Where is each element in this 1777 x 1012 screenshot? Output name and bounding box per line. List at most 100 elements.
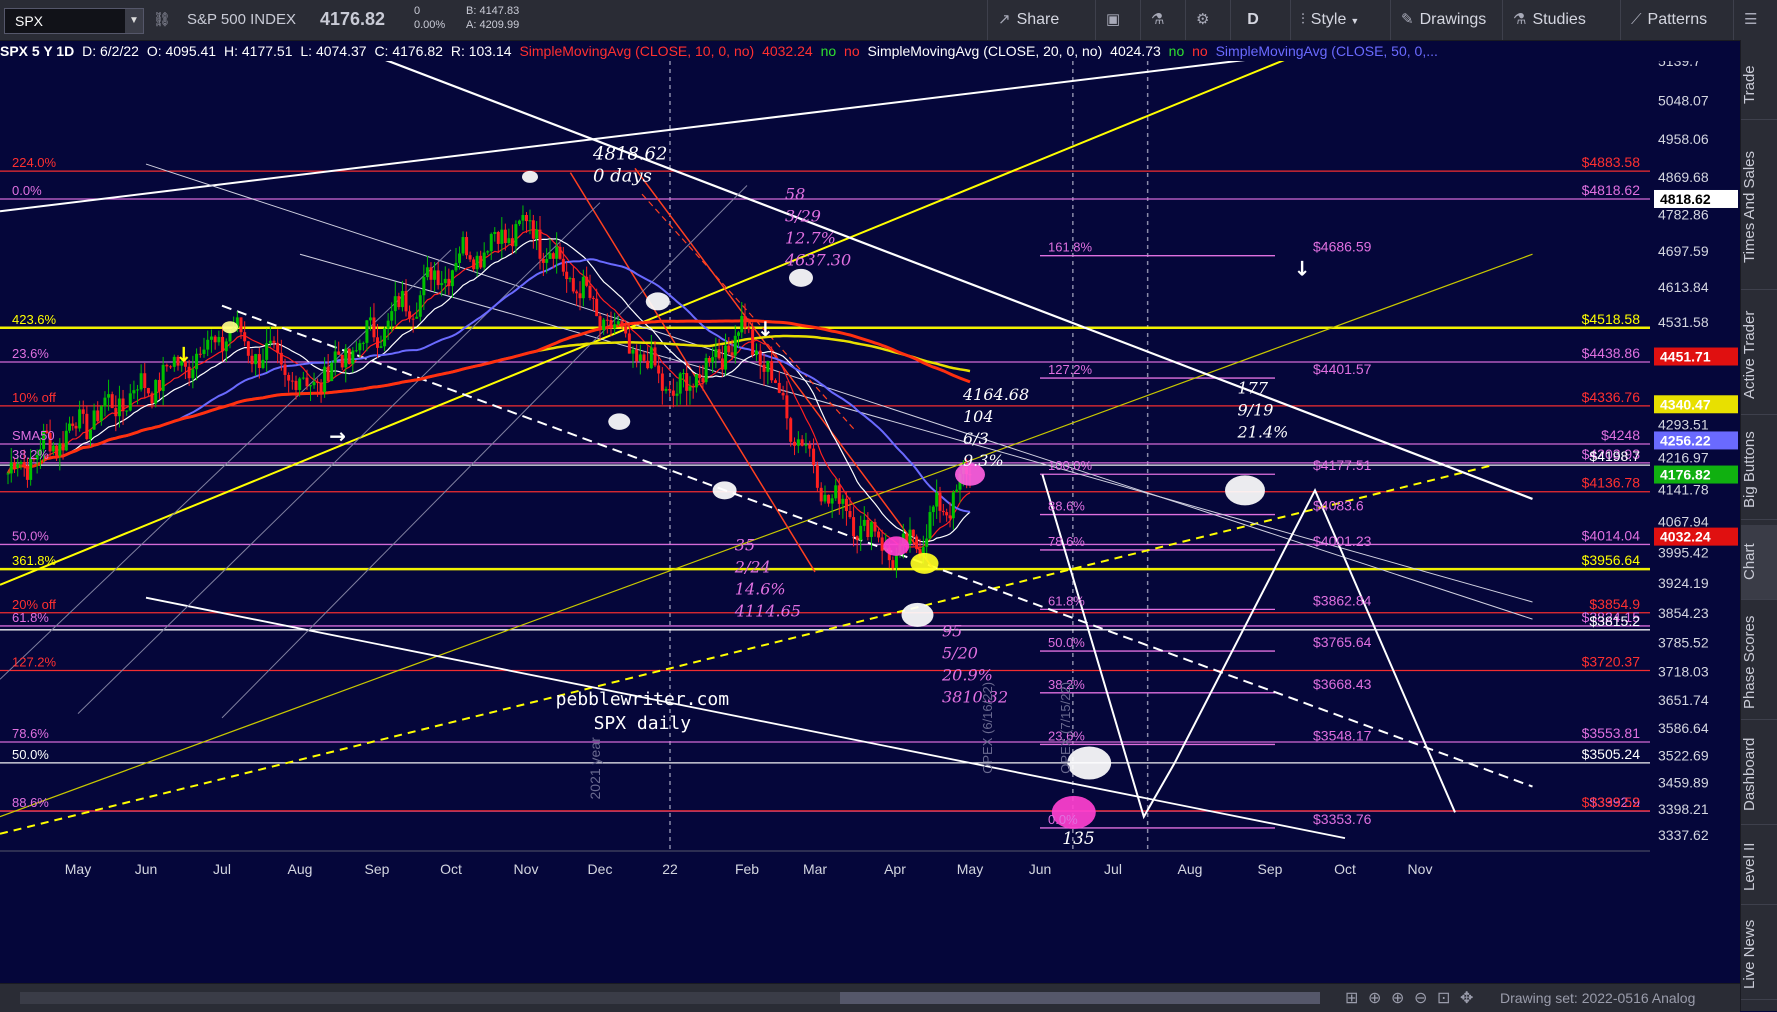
- candle-body: [390, 311, 394, 321]
- tab-times-and-sales[interactable]: Times And Sales: [1741, 125, 1777, 290]
- candle-body: [524, 214, 528, 222]
- candle-body: [489, 233, 493, 252]
- candle-body: [309, 385, 313, 387]
- annotation-12: 21.4%: [1237, 422, 1289, 441]
- tab-live-news[interactable]: Live News: [1741, 910, 1777, 1000]
- candle-body: [298, 378, 302, 390]
- candle-body: [685, 373, 689, 391]
- x-tick-6: Nov: [514, 861, 539, 877]
- tab-dashboard[interactable]: Dashboard: [1741, 725, 1777, 825]
- candle-body: [891, 560, 895, 569]
- hline-left-label-1: 0.0%: [12, 183, 42, 198]
- candle-body: [440, 283, 444, 286]
- zoom-out-icon[interactable]: ⊖: [1414, 988, 1427, 1008]
- proj-fib-price-3: $4083.6: [1313, 498, 1364, 514]
- candle-body: [678, 373, 682, 394]
- x-tick-15: Aug: [1178, 861, 1203, 877]
- zoom-in-icon[interactable]: ⊕: [1391, 988, 1404, 1008]
- candle-body: [361, 342, 365, 344]
- tab-trade[interactable]: Trade: [1741, 50, 1777, 120]
- candle-body: [724, 345, 728, 370]
- candle-body: [400, 291, 404, 308]
- info-open: O: 4095.41: [146, 43, 217, 59]
- candle-body: [6, 473, 10, 475]
- share-button[interactable]: ↗ Share: [987, 0, 1095, 40]
- candle-body: [383, 328, 387, 347]
- y-tick-23: 3398.21: [1658, 801, 1709, 817]
- chart-settings-button[interactable]: ▣: [1095, 0, 1140, 40]
- y-tick-16: 3854.23: [1658, 605, 1709, 621]
- study-info-bar: SPX 5 Y 1D D: 6/2/22 O: 4095.41 H: 4177.…: [0, 41, 1670, 61]
- candle-body: [538, 229, 542, 259]
- patterns-button[interactable]: ⟋ Patterns: [1620, 0, 1733, 40]
- candle-body: [869, 522, 873, 538]
- chevron-down-icon[interactable]: ▼: [125, 9, 143, 33]
- candle-body: [671, 390, 675, 396]
- candle-body: [358, 343, 362, 351]
- candle-body: [187, 366, 191, 379]
- x-tick-2: Jul: [213, 861, 231, 877]
- candle-body: [691, 386, 695, 388]
- timeframe-button[interactable]: D: [1230, 0, 1275, 40]
- crosshair-icon[interactable]: ⊞: [1345, 988, 1358, 1008]
- candle-body: [915, 536, 919, 550]
- link-icon[interactable]: ⛓: [153, 11, 171, 28]
- candle-body: [773, 380, 777, 383]
- style-button[interactable]: ⫶ Style ▼: [1290, 0, 1390, 40]
- candle-body: [855, 536, 859, 541]
- symbol-text: SPX: [15, 13, 44, 29]
- candle-body: [283, 364, 287, 375]
- menu-button[interactable]: ☰: [1733, 0, 1777, 40]
- studies-button[interactable]: ⚗ Studies: [1502, 0, 1620, 40]
- price-tag-2: 4340.47: [1660, 396, 1711, 412]
- candle-body: [595, 298, 599, 317]
- lab-button[interactable]: ⚗: [1140, 0, 1185, 40]
- price-tag-4: 4176.82: [1660, 467, 1711, 483]
- candle-body: [777, 382, 781, 393]
- candle-body: [642, 354, 646, 361]
- candle-body: [386, 320, 390, 329]
- arrow-marker-1: →: [329, 424, 346, 448]
- bottom-bar: ⊞ ⊕ ⊕ ⊖ ⊡ ✥ Drawing set: 2022-0516 Analo…: [0, 983, 1740, 1012]
- price-tag-3: 4256.22: [1660, 432, 1711, 448]
- annotation-3: 3/29: [785, 206, 821, 225]
- y-tick-13: 4067.94: [1658, 513, 1709, 529]
- annotation-27: OPEX (7/15/22): [1058, 682, 1073, 774]
- price-axis[interactable]: 5139.7 5048.07 4958.06 4869.68 4782.86 4697.5…: [1650, 61, 1740, 957]
- candle-body: [908, 529, 912, 544]
- candle-body: [51, 445, 55, 452]
- tab-chart[interactable]: Chart: [1741, 525, 1777, 600]
- change-block: 0 0.00%: [414, 4, 445, 32]
- hline-right-label-9: $4014.04: [1582, 527, 1641, 543]
- price-tag-5: 4032.24: [1660, 529, 1711, 545]
- drawings-button[interactable]: ✎ Drawings: [1390, 0, 1502, 40]
- proj-fib-price-8: $3548.17: [1313, 727, 1372, 743]
- bid-ask: B: 4147.83 A: 4209.99: [466, 4, 519, 32]
- candle-body: [620, 321, 624, 327]
- symbol-input[interactable]: SPX ▼: [4, 8, 144, 34]
- settings-button[interactable]: ⚙: [1185, 0, 1230, 40]
- x-tick-14: Jul: [1104, 861, 1122, 877]
- x-tick-10: Mar: [803, 861, 827, 877]
- price-chart[interactable]: 224.0% $4883.58 0.0% $4818.62 423.6% $4518.58…: [0, 61, 1650, 957]
- zoom-icon[interactable]: ⊕: [1368, 988, 1381, 1008]
- y-tick-7: 4531.58: [1658, 314, 1709, 330]
- candle-body: [635, 349, 639, 362]
- fit-icon[interactable]: ⊡: [1437, 988, 1450, 1008]
- tab-big-buttons[interactable]: Big Buttons: [1741, 420, 1777, 520]
- candle-body: [454, 262, 458, 271]
- candle-body: [541, 258, 545, 263]
- candle-body: [568, 278, 572, 280]
- candle-body: [841, 498, 845, 504]
- candle-body: [548, 253, 552, 260]
- candle-body: [294, 380, 298, 390]
- hline-left-label-14: 127.2%: [12, 655, 57, 670]
- target-ellipse-4: [1225, 475, 1265, 506]
- tab-active-trader[interactable]: Active Trader: [1741, 295, 1777, 415]
- scrollbar-thumb[interactable]: [840, 992, 1320, 1004]
- candle-body: [602, 319, 606, 331]
- drag-icon[interactable]: ✥: [1460, 988, 1473, 1008]
- tab-phase-scores[interactable]: Phase Scores: [1741, 605, 1777, 720]
- menu-icon: ☰: [1744, 11, 1758, 28]
- tab-level-ii[interactable]: Level II: [1741, 830, 1777, 905]
